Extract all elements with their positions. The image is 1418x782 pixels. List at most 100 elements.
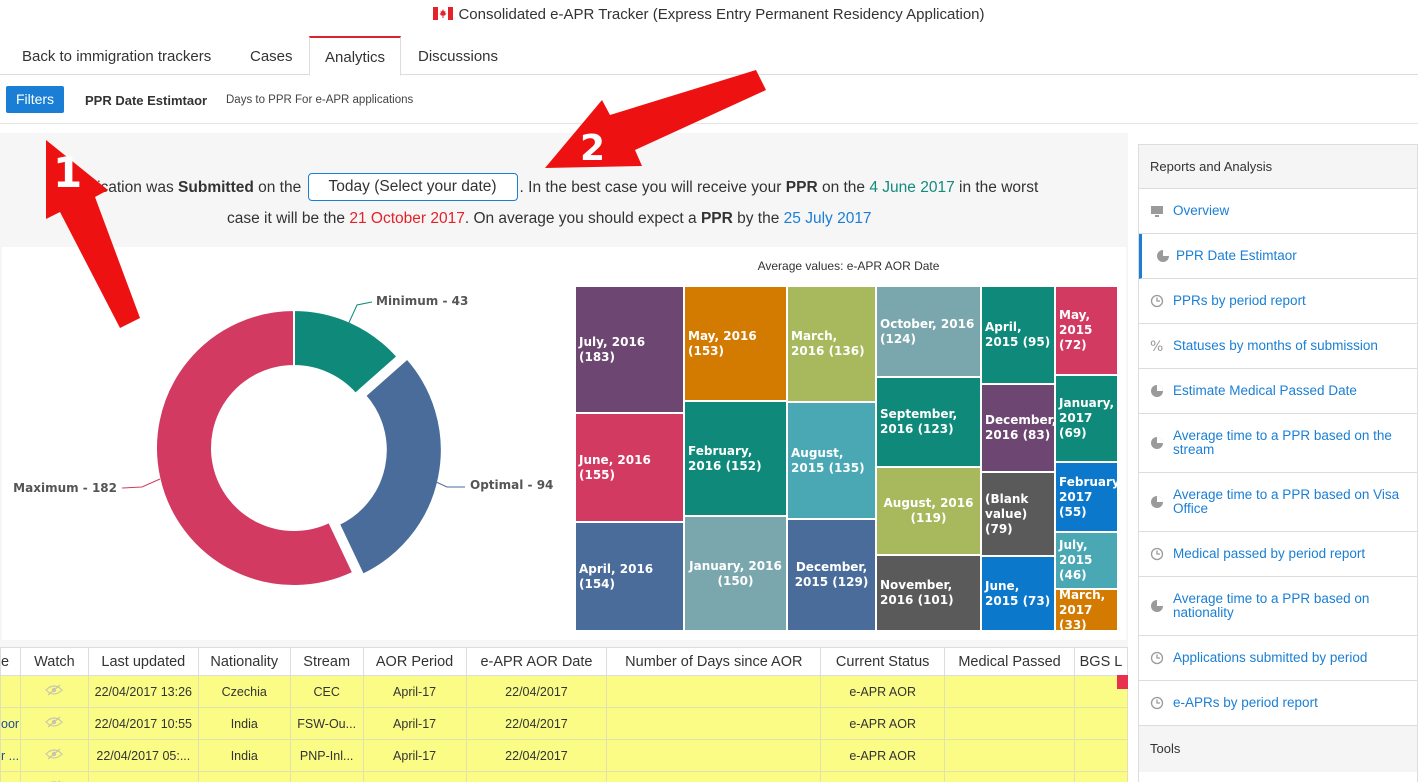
column-header[interactable]: Last updated — [87, 647, 199, 676]
sidebar-item-average-time-to-a-ppr-based-on-nationality[interactable]: Average time to a PPR based on nationali… — [1139, 577, 1417, 636]
sidebar-item-label: Average time to a PPR based on nationali… — [1173, 591, 1370, 620]
sidebar-item-applications-submitted-by-period[interactable]: Applications submitted by period — [1139, 636, 1417, 681]
treemap-cell[interactable]: January, 2017 (69) — [1055, 375, 1118, 462]
sidebar-item-medical-passed-by-period-report[interactable]: Medical passed by period report — [1139, 532, 1417, 577]
treemap-cell[interactable]: May, 2015 (72) — [1055, 286, 1118, 375]
canada-flag-icon — [433, 7, 454, 20]
treemap-cell[interactable]: May, 2016 (153) — [684, 286, 787, 401]
treemap-cell-label: June, 2016 (155) — [579, 452, 651, 482]
treemap-cell[interactable]: December, 2015 (129) — [787, 519, 876, 631]
table-cell — [606, 675, 822, 708]
treemap-cell-label: October, 2016 (124) — [880, 316, 975, 346]
treemap-cell-label: December, 2015 (129) — [794, 560, 869, 589]
donut-chart[interactable]: Minimum - 43 Optimal - 94 Maximum - 182 — [2, 247, 572, 640]
tab-discussions[interactable]: Discussions — [403, 36, 513, 75]
treemap-cell[interactable]: August, 2016 (119) — [876, 467, 981, 555]
table-cell[interactable] — [19, 739, 89, 772]
sidebar-item-statuses-by-months-of-submission[interactable]: % Statuses by months of submission — [1139, 324, 1417, 369]
chart-pie-icon — [1151, 385, 1163, 397]
table-row[interactable]: 22/04/2017 00:...IndiaFSW-Ou...April-17 e… — [0, 771, 1128, 782]
treemap-cell[interactable]: December, 2016 (83) — [981, 384, 1055, 472]
table-cell — [606, 707, 822, 740]
column-header[interactable]: e — [0, 647, 21, 676]
treemap-cell[interactable]: November, 2016 (101) — [876, 555, 981, 631]
watch-eye-off-icon[interactable] — [45, 748, 64, 760]
watch-eye-off-icon[interactable] — [45, 716, 64, 728]
reports-sidebar: Reports and Analysis Overview PPR Date Es… — [1138, 144, 1418, 782]
sidebar-item-label: PPR Date Estimtaor — [1176, 248, 1297, 263]
treemap-chart[interactable]: July, 2016 (183) June, 2016 (155) April, 2… — [575, 286, 1118, 631]
treemap-cell[interactable]: September, 2016 (123) — [876, 377, 981, 467]
sidebar-item-estimate-medical-passed-date[interactable]: Estimate Medical Passed Date — [1139, 369, 1417, 414]
table-row[interactable]: r ... 22/04/2017 05:... India PNP-Inl... Apr… — [0, 739, 1128, 772]
treemap-cell[interactable]: April, 2016 (154) — [575, 522, 684, 631]
filters-button[interactable]: Filters — [6, 86, 64, 113]
clock-icon — [1150, 696, 1164, 710]
treemap-cell[interactable]: June, 2016 (155) — [575, 413, 684, 522]
treemap-cell[interactable]: January, 2016 (150) — [684, 516, 787, 631]
treemap-cell-label: May, 2015 (72) — [1059, 308, 1093, 352]
column-header[interactable]: e-APR AOR Date — [465, 647, 608, 676]
treemap-cell-label: July, 2015 (46) — [1059, 538, 1093, 582]
treemap-cell[interactable]: February, 2017 (55) — [1055, 462, 1118, 532]
treemap-cell[interactable]: (Blank value) (79) — [981, 472, 1055, 556]
treemap-cell[interactable]: October, 2016 (124) — [876, 286, 981, 377]
treemap-cell[interactable]: February, 2016 (152) — [684, 401, 787, 516]
main-tabs: Back to immigration trackers Cases Analy… — [0, 36, 1418, 76]
treemap-cell[interactable]: July, 2015 (46) — [1055, 532, 1118, 589]
sidebar-item-pprs-by-period-report[interactable]: PPRs by period report — [1139, 279, 1417, 324]
table-cell[interactable] — [19, 675, 89, 708]
cases-table-grid: e Watch Last updated Nationality Stream AOR P… — [0, 647, 1128, 782]
table-cell: India — [197, 707, 291, 740]
sidebar-item-label: Medical passed by period report — [1173, 546, 1366, 561]
table-row[interactable]: oor 22/04/2017 10:55 India FSW-Ou... April-1… — [0, 707, 1128, 740]
sidebar-item-average-time-to-a-ppr-based-on-the-stream[interactable]: Average time to a PPR based on the strea… — [1139, 414, 1417, 473]
watch-eye-off-icon[interactable] — [45, 684, 64, 696]
treemap-cell[interactable]: August, 2015 (135) — [787, 402, 876, 519]
percent-icon: % — [1150, 339, 1163, 353]
app-title-bar: Consolidated e-APR Tracker (Express Entr… — [0, 0, 1418, 30]
tab-analytics[interactable]: Analytics — [309, 36, 402, 76]
treemap-cell[interactable]: March, 2017 (33) — [1055, 589, 1118, 631]
table-cell — [465, 771, 608, 782]
tab-cases[interactable]: Cases — [235, 36, 308, 75]
treemap-cell-label: May, 2016 (153) — [688, 328, 757, 358]
sidebar-item-average-time-to-a-ppr-based-on-visa-office[interactable]: Average time to a PPR based on Visa Offi… — [1139, 473, 1417, 532]
table-cell: April-17 — [362, 707, 467, 740]
table-cell[interactable] — [19, 771, 89, 782]
sidebar-item-label: Overview — [1173, 203, 1230, 218]
treemap-cell[interactable]: June, 2015 (73) — [981, 556, 1055, 631]
column-header[interactable]: Medical Passed — [944, 647, 1075, 676]
treemap-cell-label: April, 2015 (95) — [985, 320, 1051, 349]
column-header[interactable]: Stream — [289, 647, 364, 676]
treemap-cell[interactable]: July, 2016 (183) — [575, 286, 684, 413]
column-header[interactable]: Watch — [19, 647, 89, 676]
treemap-cell[interactable]: March, 2016 (136) — [787, 286, 876, 402]
table-cell: India — [197, 771, 291, 782]
sidebar-item-overview[interactable]: Overview — [1139, 189, 1417, 234]
treemap-cell-label: June, 2015 (73) — [985, 578, 1051, 608]
table-cell[interactable] — [19, 707, 89, 740]
tab-back-to-trackers[interactable]: Back to immigration trackers — [7, 36, 226, 75]
sidebar-item-label: Average time to a PPR based on Visa Offi… — [1173, 487, 1400, 516]
table-cell: oor — [0, 707, 21, 740]
column-header[interactable]: Number of Days since AOR — [606, 647, 822, 676]
monitor-icon — [1151, 206, 1163, 217]
sidebar-item-ppr-date-estimtaor[interactable]: PPR Date Estimtaor — [1139, 234, 1417, 279]
column-header[interactable]: AOR Period — [362, 647, 467, 676]
treemap-cell-label: January, 2017 (69) — [1059, 396, 1115, 440]
charts-panel: Minimum - 43 Optimal - 94 Maximum - 182 Av… — [2, 247, 1126, 640]
sentence-bold: PPR — [700, 210, 733, 227]
column-header[interactable]: Nationality — [197, 647, 291, 676]
table-scrollbar-thumb[interactable] — [1117, 675, 1128, 689]
submission-date-input[interactable]: Today (Select your date) — [307, 173, 518, 201]
table-cell — [606, 771, 822, 782]
sidebar-item-e-aprs-by-period-report[interactable]: e-APRs by period report — [1139, 681, 1417, 726]
sentence-text: case it will be the — [227, 210, 350, 227]
table-cell: 22/04/2017 — [465, 739, 608, 772]
treemap-cell[interactable]: April, 2015 (95) — [981, 286, 1055, 384]
sentence-text: on the — [817, 179, 870, 196]
column-header[interactable]: BGS L — [1073, 647, 1128, 676]
table-row[interactable]: 22/04/2017 13:26 Czechia CEC April-17 22/04/… — [0, 675, 1128, 708]
column-header[interactable]: Current Status — [820, 647, 946, 676]
